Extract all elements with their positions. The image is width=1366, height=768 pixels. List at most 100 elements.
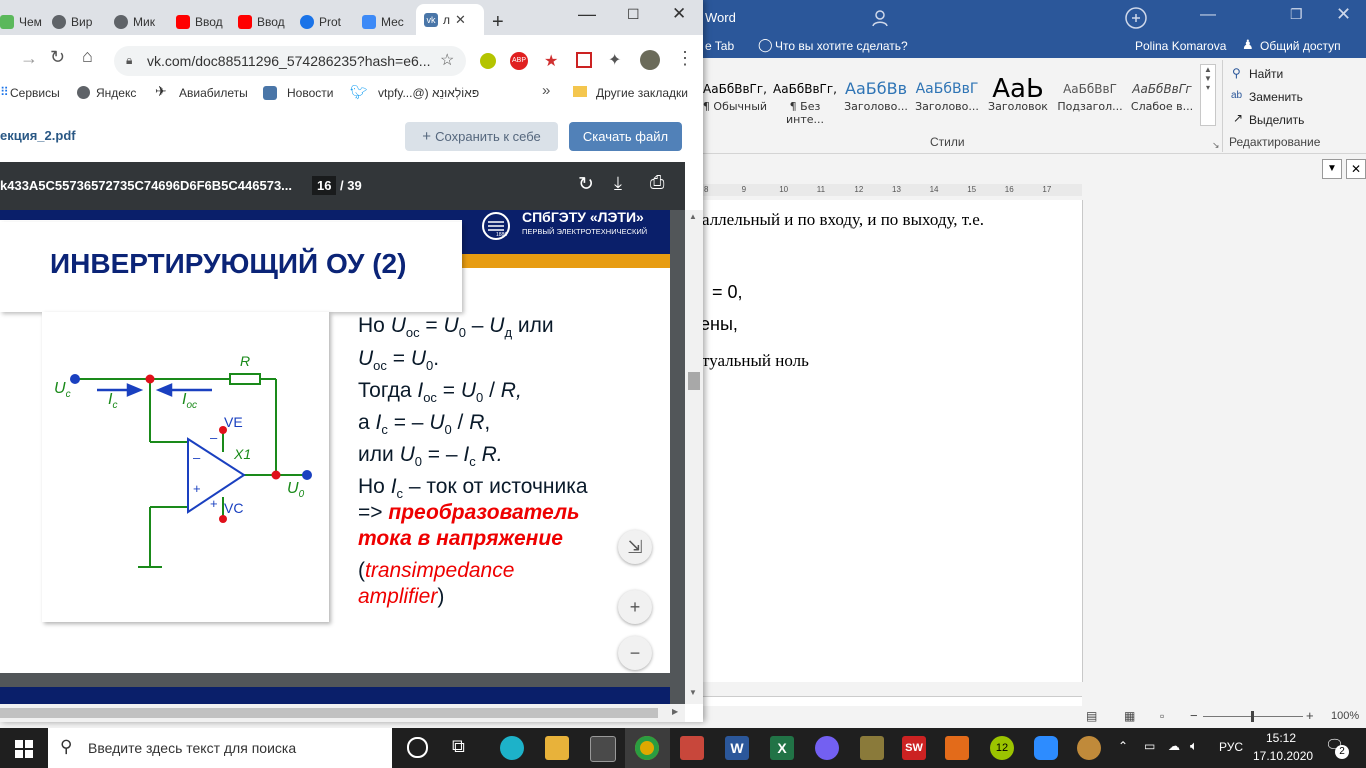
cloud-icon[interactable]: ☁ bbox=[1168, 739, 1180, 753]
age-rating-icon[interactable]: 12 bbox=[990, 736, 1014, 760]
browser-tab[interactable]: Мик bbox=[114, 8, 164, 35]
style-heading1[interactable]: АаБбВв Заголово... bbox=[841, 78, 911, 118]
scroll-thumb[interactable] bbox=[688, 372, 700, 390]
horizontal-scrollbar[interactable]: ▶ bbox=[0, 704, 685, 722]
h-scroll-thumb[interactable] bbox=[0, 708, 658, 718]
zoom-app-icon[interactable] bbox=[1034, 736, 1058, 760]
menu-icon[interactable]: ⋮ bbox=[676, 48, 694, 69]
scroll-right-icon[interactable]: ▶ bbox=[672, 707, 678, 716]
browser-tab[interactable]: Ввод bbox=[176, 8, 226, 35]
save-button[interactable]: + Сохранить к себе bbox=[405, 122, 558, 151]
taskbar-search[interactable]: ⚲ Введите здесь текст для поиска bbox=[48, 728, 392, 768]
tell-me-box[interactable]: Что вы хотите сделать? bbox=[775, 39, 908, 53]
browser-tab[interactable]: Ввод bbox=[238, 8, 288, 35]
adblock-icon[interactable]: ABP bbox=[510, 52, 528, 70]
star-icon[interactable]: ☆ bbox=[440, 50, 454, 70]
dialog-launcher-icon[interactable]: ↘ bbox=[1212, 140, 1220, 151]
store-icon[interactable] bbox=[590, 736, 616, 762]
new-tab-icon[interactable]: + bbox=[492, 11, 504, 34]
paint-icon[interactable] bbox=[1077, 736, 1101, 760]
solidworks-icon[interactable]: SW bbox=[902, 736, 926, 760]
bookmark-item[interactable]: Другие закладки bbox=[596, 86, 688, 100]
replace-button[interactable]: Заменить bbox=[1249, 90, 1303, 104]
style-subtitle[interactable]: АаБбВвГ Подзагол... bbox=[1055, 78, 1125, 118]
bookmark-item[interactable]: Сервисы bbox=[10, 86, 60, 100]
network-icon[interactable]: ▭ bbox=[1144, 739, 1155, 753]
close-window-icon[interactable]: ✕ bbox=[672, 4, 686, 24]
task-view-icon[interactable]: ⧉ bbox=[452, 736, 465, 757]
edge-icon[interactable] bbox=[500, 736, 524, 760]
browser-tab[interactable]: Чем bbox=[0, 8, 44, 35]
app-icon[interactable] bbox=[860, 736, 884, 760]
matlab-icon[interactable] bbox=[945, 736, 969, 760]
user-name[interactable]: Polina Komarova bbox=[1135, 39, 1226, 53]
tab-fragment[interactable]: e Tab bbox=[705, 39, 734, 53]
active-tab[interactable]: vk л ✕ bbox=[416, 4, 484, 35]
scroll-down-icon[interactable]: ▼ bbox=[689, 688, 697, 697]
zoom-in-button[interactable]: + bbox=[618, 590, 652, 624]
chevron-down-icon[interactable]: ▼ bbox=[1322, 159, 1342, 179]
style-normal[interactable]: АаБбВвГг, ¶ Обычный bbox=[700, 78, 770, 118]
minimize-icon[interactable]: — bbox=[1200, 6, 1216, 24]
web-layout-icon[interactable]: ▫ bbox=[1160, 709, 1164, 723]
url-text[interactable]: vk.com/doc88511296_574286235?hash=e6... bbox=[147, 53, 430, 69]
maximize-icon[interactable]: ☐ bbox=[627, 6, 640, 23]
share-button[interactable]: Общий доступ bbox=[1260, 39, 1341, 53]
address-bar[interactable]: 🔒︎ vk.com/doc88511296_574286235?hash=e6.… bbox=[114, 46, 466, 76]
reload-icon[interactable]: ↻ bbox=[50, 47, 65, 68]
styles-scroll[interactable]: ▲ ▼ ▾ bbox=[1200, 64, 1216, 126]
browser-tab[interactable]: Мес bbox=[362, 8, 412, 35]
bookmark-item[interactable]: vtpfy...@) פּאוֹלְאוּנֵא bbox=[378, 86, 479, 100]
close-icon[interactable]: ✕ bbox=[1336, 4, 1351, 25]
excel-icon[interactable]: X bbox=[770, 736, 794, 760]
home-icon[interactable]: ⌂ bbox=[82, 46, 93, 67]
file-explorer-icon[interactable] bbox=[545, 736, 569, 760]
restore-icon[interactable]: ❐ bbox=[1290, 6, 1303, 23]
bookmark-item[interactable]: Авиабилеты bbox=[179, 86, 248, 100]
bookmark-item[interactable]: Яндекс bbox=[96, 86, 136, 100]
scroll-up-icon[interactable]: ▲ bbox=[689, 212, 697, 221]
viber-icon[interactable] bbox=[815, 736, 839, 760]
forward-icon[interactable]: → bbox=[20, 48, 38, 69]
tray-chevron-icon[interactable]: ⌃ bbox=[1118, 739, 1128, 753]
avatar[interactable] bbox=[640, 50, 660, 70]
print-icon[interactable]: ⎙ bbox=[650, 172, 664, 193]
zoom-in-icon[interactable]: + bbox=[1306, 708, 1314, 723]
pocket-icon[interactable] bbox=[576, 52, 592, 68]
style-title[interactable]: АаЬ Заголовок bbox=[983, 76, 1053, 118]
page-number-input[interactable]: 16 bbox=[312, 176, 337, 195]
bookmark-item[interactable]: Новости bbox=[287, 86, 333, 100]
download-button[interactable]: Скачать файл bbox=[569, 122, 682, 151]
volume-icon[interactable]: 🔈︎ bbox=[1190, 738, 1198, 754]
account-settings-icon[interactable] bbox=[870, 8, 890, 28]
zoom-out-icon[interactable]: − bbox=[1190, 708, 1198, 723]
search-placeholder[interactable]: Введите здесь текст для поиска bbox=[88, 740, 296, 756]
rotate-icon[interactable]: ↻ bbox=[578, 173, 594, 196]
browser-tab[interactable]: Prot bbox=[300, 8, 350, 35]
browser-tab[interactable]: Вир bbox=[52, 8, 102, 35]
select-button[interactable]: Выделить bbox=[1249, 113, 1304, 127]
close-pane-icon[interactable]: ✕ bbox=[1346, 159, 1366, 179]
style-heading2[interactable]: АаБбВвГ Заголово... bbox=[912, 78, 982, 118]
style-subtle-emphasis[interactable]: АаБбВвГг Слабое в... bbox=[1127, 78, 1197, 118]
clock-date[interactable]: 17.10.2020 bbox=[1253, 749, 1313, 763]
vertical-scrollbar[interactable]: ▲ ▼ bbox=[685, 210, 703, 704]
minimize-icon[interactable]: — bbox=[578, 4, 596, 25]
read-mode-icon[interactable]: ▤ bbox=[1086, 709, 1097, 723]
puzzle-icon[interactable]: ✦ bbox=[608, 50, 621, 70]
windows-start-icon[interactable] bbox=[15, 740, 33, 758]
zoom-thumb[interactable] bbox=[1251, 711, 1254, 722]
document-viewer-icon[interactable] bbox=[680, 736, 704, 760]
language-indicator[interactable]: РУС bbox=[1219, 740, 1243, 754]
extension-star-icon[interactable]: ★ bbox=[544, 51, 558, 71]
word-icon[interactable]: W bbox=[725, 736, 749, 760]
close-tab-icon[interactable]: ✕ bbox=[455, 12, 466, 28]
ribbon-display-icon[interactable] bbox=[1124, 6, 1148, 30]
extension-icon[interactable] bbox=[480, 53, 496, 69]
document-page[interactable]: аллельный и по входу, и по выходу, т.е. … bbox=[700, 200, 1083, 682]
fit-page-button[interactable]: ⇲ bbox=[618, 530, 652, 564]
clock-time[interactable]: 15:12 bbox=[1266, 731, 1296, 745]
find-button[interactable]: Найти bbox=[1249, 67, 1283, 81]
chrome-icon[interactable] bbox=[635, 736, 659, 760]
print-layout-icon[interactable]: ▦ bbox=[1124, 709, 1135, 723]
